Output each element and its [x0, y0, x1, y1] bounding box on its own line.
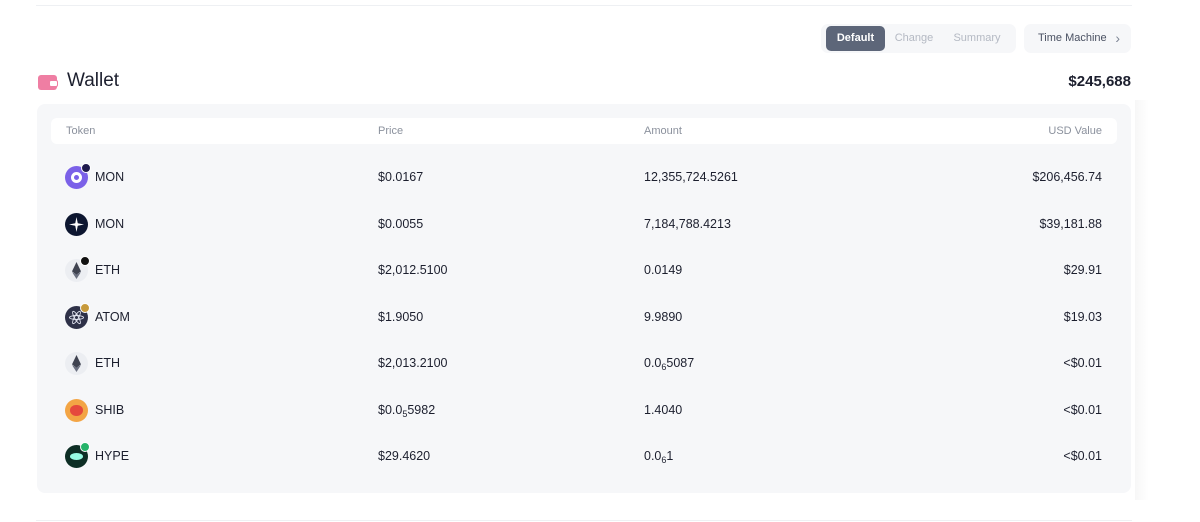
token-usd-value: $19.03	[1063, 310, 1102, 324]
view-mode-switch: Default Change Summary	[821, 24, 1016, 53]
eth-icon	[65, 256, 90, 282]
mon-icon	[65, 213, 88, 236]
token-price: $0.0055	[378, 217, 424, 231]
shib-icon	[65, 399, 88, 422]
chevron-right-icon: ›	[1115, 30, 1120, 46]
token-usd-value: $29.91	[1063, 263, 1102, 277]
amount-prefix: 0.0	[644, 449, 662, 463]
token-usd-value: $206,456.74	[1032, 170, 1102, 184]
price-prefix: $0.0	[378, 403, 403, 417]
token-price: $2,013.2100	[378, 356, 448, 370]
table-row[interactable]: ATOM $1.9050 9.9890 $19.03	[51, 294, 1117, 340]
eth-icon	[65, 352, 88, 375]
token-usd-value: $39,181.88	[1039, 217, 1102, 231]
amount-digits: 5087	[666, 356, 695, 370]
table-row[interactable]: ETH $2,013.2100 0.065087 <$0.01	[51, 340, 1117, 386]
table-row[interactable]: MON $0.0167 12,355,724.5261 $206,456.74	[51, 154, 1117, 200]
token-amount: 12,355,724.5261	[644, 170, 738, 184]
token-price: $0.0167	[378, 170, 424, 184]
panel-edge-shadow	[1135, 100, 1149, 500]
view-default-button[interactable]: Default	[826, 26, 885, 51]
token-amount: 0.061	[644, 449, 673, 465]
wallet-icon	[38, 75, 58, 90]
hype-icon	[65, 442, 90, 468]
table-row[interactable]: SHIB $0.055982 1.4040 <$0.01	[51, 387, 1117, 433]
token-symbol: MON	[95, 217, 125, 231]
token-usd-value: <$0.01	[1063, 356, 1102, 370]
token-price: $0.055982	[378, 403, 435, 419]
token-symbol: MON	[95, 170, 125, 184]
token-price: $2,012.5100	[378, 263, 448, 277]
token-symbol: ETH	[95, 263, 120, 277]
token-price: $29.4620	[378, 449, 431, 463]
wallet-title: Wallet	[67, 70, 120, 91]
token-symbol: ETH	[95, 356, 120, 370]
wallet-total-value: $245,688	[1068, 73, 1131, 90]
column-header-usd-value: USD Value	[1048, 125, 1102, 137]
top-divider	[36, 5, 1132, 6]
column-header-amount: Amount	[644, 125, 682, 137]
mon-icon	[65, 163, 91, 189]
table-header: Token Price Amount USD Value	[51, 118, 1117, 144]
token-amount: 0.065087	[644, 356, 694, 372]
token-amount: 7,184,788.4213	[644, 217, 731, 231]
column-header-token: Token	[66, 125, 96, 137]
table-row[interactable]: ETH $2,012.5100 0.0149 $29.91	[51, 247, 1117, 293]
time-machine-label: Time Machine	[1038, 32, 1107, 44]
token-usd-value: <$0.01	[1063, 403, 1102, 417]
table-row[interactable]: MON $0.0055 7,184,788.4213 $39,181.88	[51, 201, 1117, 247]
time-machine-button[interactable]: Time Machine ›	[1024, 24, 1131, 53]
column-header-price: Price	[378, 125, 404, 137]
view-change-button[interactable]: Change	[887, 26, 941, 51]
view-summary-button[interactable]: Summary	[945, 26, 1009, 51]
bottom-divider	[36, 520, 1132, 521]
token-usd-value: <$0.01	[1063, 449, 1102, 463]
amount-prefix: 0.0	[644, 356, 662, 370]
amount-digits: 1	[666, 449, 674, 463]
atom-icon	[65, 303, 90, 329]
token-symbol: SHIB	[95, 403, 125, 417]
token-symbol: HYPE	[95, 449, 130, 463]
token-amount: 9.9890	[644, 310, 683, 324]
token-table: Token Price Amount USD Value MON $0.0167…	[37, 104, 1131, 493]
table-row[interactable]: HYPE $29.4620 0.061 <$0.01	[51, 433, 1117, 479]
token-amount: 1.4040	[644, 403, 683, 417]
token-symbol: ATOM	[95, 310, 130, 324]
token-amount: 0.0149	[644, 263, 683, 277]
price-digits: 5982	[407, 403, 436, 417]
token-price: $1.9050	[378, 310, 424, 324]
